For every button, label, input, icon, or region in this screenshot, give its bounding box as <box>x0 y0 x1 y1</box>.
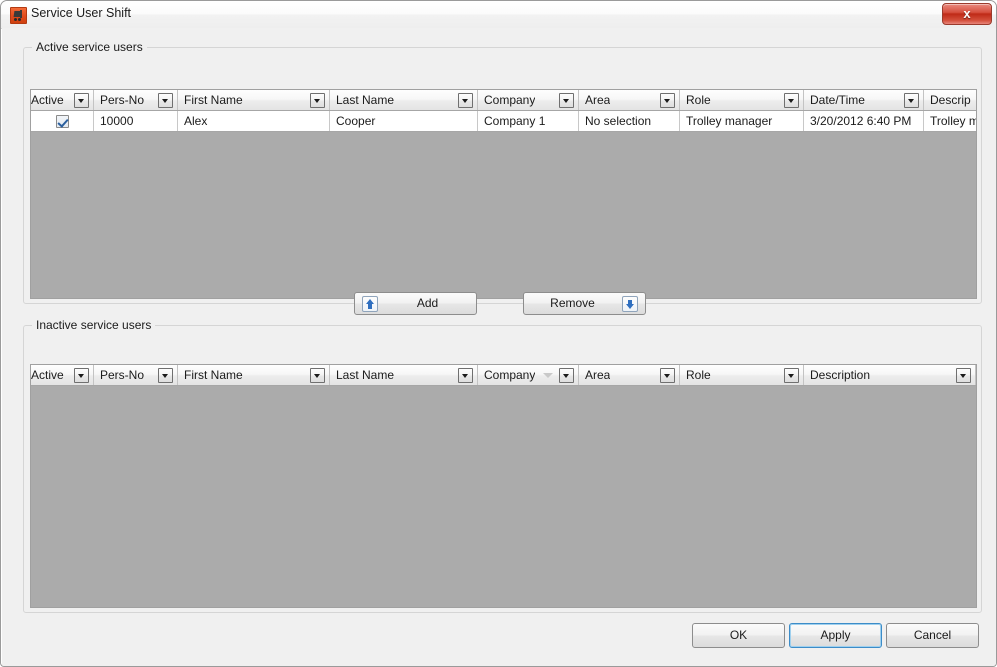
inactive-grid-header: Active Pers-No First Name Last Name Company A… <box>31 365 976 386</box>
column-filter-dropdown-icon[interactable] <box>904 92 919 108</box>
table-cell-date-time[interactable]: 3/20/2012 6:40 PM <box>804 111 924 131</box>
inactive-grid-column-header[interactable]: Company <box>478 365 579 385</box>
active-grid-column-header-label: Descrip <box>930 93 971 107</box>
dialog-window: Service User Shift x Active service user… <box>0 0 997 667</box>
active-grid-column-header-label: Date/Time <box>810 93 865 107</box>
inactive-grid-column-header-label: Last Name <box>336 368 395 382</box>
active-grid-column-header[interactable]: Company <box>478 90 579 110</box>
column-filter-dropdown-icon[interactable] <box>784 367 799 383</box>
active-grid-column-header[interactable]: Active <box>31 90 94 110</box>
add-button-label: Add <box>416 296 439 310</box>
active-grid-header: Active Pers-No First Name Last Name Company A… <box>31 90 976 111</box>
active-grid-column-header[interactable]: First Name <box>178 90 330 110</box>
inactive-grid-column-header[interactable]: Role <box>680 365 804 385</box>
inactive-grid-column-header[interactable]: Active <box>31 365 94 385</box>
active-grid-column-header[interactable]: Pers-No <box>94 90 178 110</box>
sort-descending-icon <box>543 370 554 381</box>
inactive-grid-column-header[interactable]: Description <box>804 365 976 385</box>
inactive-service-users-grid[interactable]: Active Pers-No First Name Last Name Company A… <box>30 364 977 608</box>
close-icon: x <box>963 6 971 21</box>
table-cell-active[interactable] <box>31 111 94 131</box>
inactive-grid-column-header[interactable]: Last Name <box>330 365 478 385</box>
cancel-button[interactable]: Cancel <box>886 623 979 648</box>
remove-button[interactable]: Remove <box>523 292 646 315</box>
table-cell-last-name[interactable]: Cooper <box>330 111 478 131</box>
column-filter-dropdown-icon[interactable] <box>976 93 977 108</box>
window-title: Service User Shift <box>31 6 132 20</box>
column-filter-dropdown-icon[interactable] <box>458 367 473 383</box>
table-row[interactable]: 10000 Alex Cooper Company 1 No selection Trol… <box>31 111 976 132</box>
inactive-service-users-group: Inactive service users Active Pers-No Firs… <box>23 318 982 613</box>
active-service-users-grid[interactable]: Active Pers-No First Name Last Name Company A… <box>30 89 977 299</box>
active-grid-body[interactable]: 10000 Alex Cooper Company 1 No selection Trol… <box>31 111 976 298</box>
inactive-grid-column-header-label: Role <box>686 368 711 382</box>
table-cell-area[interactable]: No selection <box>579 111 680 131</box>
column-filter-dropdown-icon[interactable] <box>158 367 173 383</box>
active-grid-column-header-label: Company <box>484 93 536 107</box>
table-cell-role[interactable]: Trolley manager <box>680 111 804 131</box>
add-button[interactable]: Add <box>354 292 477 315</box>
column-filter-dropdown-icon[interactable] <box>559 92 574 108</box>
table-cell-first-name[interactable]: Alex <box>178 111 330 131</box>
column-filter-dropdown-icon[interactable] <box>158 92 173 108</box>
trolley-icon <box>10 7 27 24</box>
active-grid-column-header-label: Last Name <box>336 93 395 107</box>
inactive-grid-column-header[interactable]: Area <box>579 365 680 385</box>
inactive-grid-column-header[interactable]: First Name <box>178 365 330 385</box>
active-grid-column-header-label: Role <box>686 93 711 107</box>
close-button[interactable]: x <box>942 3 992 25</box>
inactive-grid-column-header[interactable]: Pers-No <box>94 365 178 385</box>
inactive-grid-body[interactable] <box>31 386 976 607</box>
active-checkbox[interactable] <box>55 114 69 128</box>
active-grid-column-header[interactable]: Last Name <box>330 90 478 110</box>
column-filter-dropdown-icon[interactable] <box>310 92 325 108</box>
inactive-grid-column-header-label: Company <box>484 368 536 382</box>
inactive-grid-column-header-label: Description <box>810 368 871 382</box>
active-service-users-group: Active service users Active Pers-No First … <box>23 40 982 304</box>
active-grid-column-header[interactable]: Area <box>579 90 680 110</box>
column-filter-dropdown-icon[interactable] <box>660 367 675 383</box>
column-filter-dropdown-icon[interactable] <box>458 92 473 108</box>
ok-button[interactable]: OK <box>692 623 785 648</box>
inactive-grid-column-header-label: Active <box>31 368 64 382</box>
active-grid-column-header[interactable]: Descrip <box>924 90 977 110</box>
dialog-client-area: Active service users Active Pers-No First … <box>2 28 996 666</box>
column-filter-dropdown-icon[interactable] <box>956 367 971 383</box>
table-cell-company[interactable]: Company 1 <box>478 111 579 131</box>
table-cell-pers-no[interactable]: 10000 <box>94 111 178 131</box>
column-filter-dropdown-icon[interactable] <box>310 367 325 383</box>
column-filter-dropdown-icon[interactable] <box>660 92 675 108</box>
remove-button-label: Remove <box>550 296 595 310</box>
inactive-grid-column-header-label: Area <box>585 368 611 382</box>
title-bar: Service User Shift x <box>1 1 996 29</box>
active-grid-column-header-label: Area <box>585 93 611 107</box>
apply-button[interactable]: Apply <box>789 623 882 648</box>
inactive-group-label: Inactive service users <box>32 318 156 332</box>
active-grid-column-header-label: First Name <box>184 93 243 107</box>
active-grid-column-header-label: Active <box>31 93 64 107</box>
column-filter-dropdown-icon[interactable] <box>74 92 89 108</box>
arrow-up-icon <box>362 296 378 312</box>
inactive-grid-column-header-label: Pers-No <box>100 368 145 382</box>
inactive-grid-column-header-label: First Name <box>184 368 243 382</box>
active-group-label: Active service users <box>32 40 147 54</box>
table-cell-description[interactable]: Trolley ma... <box>924 111 976 131</box>
column-filter-dropdown-icon[interactable] <box>74 367 89 383</box>
active-grid-column-header[interactable]: Date/Time <box>804 90 924 110</box>
column-filter-dropdown-icon[interactable] <box>559 367 574 383</box>
column-filter-dropdown-icon[interactable] <box>784 92 799 108</box>
active-grid-column-header[interactable]: Role <box>680 90 804 110</box>
arrow-down-icon <box>622 296 638 312</box>
active-grid-column-header-label: Pers-No <box>100 93 145 107</box>
